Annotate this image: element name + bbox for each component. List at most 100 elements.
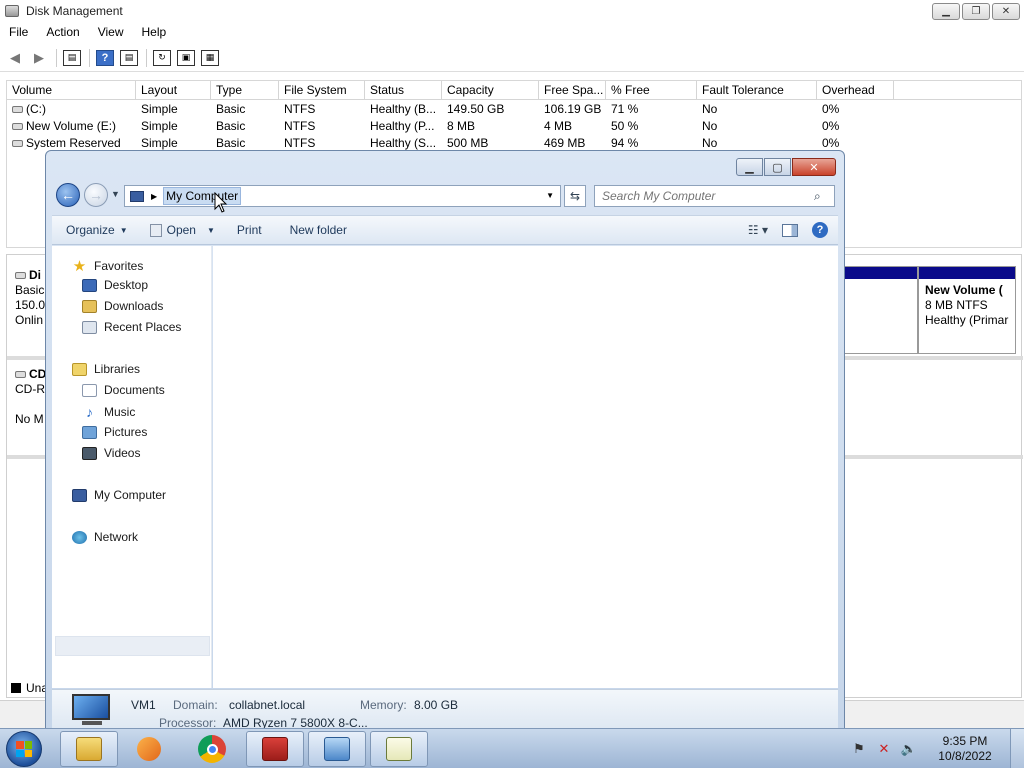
recent-pages-button[interactable]: ▼	[111, 189, 120, 199]
search-input[interactable]	[602, 189, 814, 203]
maximize-button[interactable]: ▢	[764, 158, 791, 176]
nav-favorites[interactable]: ★ Favorites	[72, 257, 144, 275]
chevron-right-icon[interactable]: ▶	[151, 192, 157, 201]
details-pane: VM1 Domain: collabnet.local Memory: 8.00…	[52, 689, 838, 731]
taskbar-toolbox[interactable]	[246, 731, 304, 767]
nav-recent-places[interactable]: Recent Places	[82, 320, 181, 334]
help-icon[interactable]: ?	[96, 49, 114, 66]
rescan-icon[interactable]: ▣	[177, 49, 195, 66]
disk-management-icon	[5, 5, 19, 17]
cell-volume: System Reserved	[7, 136, 136, 150]
cell-type: Basic	[216, 135, 246, 150]
new-folder-button[interactable]: New folder	[290, 223, 347, 237]
network-disconnected-icon[interactable]: ✕	[876, 741, 892, 757]
print-button[interactable]: Print	[237, 223, 262, 237]
nav-label: Videos	[104, 446, 141, 460]
clock[interactable]: 9:35 PM 10/8/2022	[926, 734, 1004, 764]
search-box[interactable]: ⌕	[594, 185, 835, 207]
address-bar[interactable]: ▶ My Computer ▼	[124, 185, 561, 207]
disk-0-type: Basic	[15, 283, 45, 297]
forward-button[interactable]: →	[84, 183, 108, 207]
cell-percent-free: 71 %	[611, 101, 639, 116]
nav-libraries[interactable]: Libraries	[72, 362, 140, 376]
nav-documents[interactable]: Documents	[82, 383, 165, 397]
partition-new-volume-e[interactable]: New Volume ( 8 MB NTFS Healthy (Primar	[918, 266, 1016, 354]
column-overhead[interactable]: Overhead	[817, 81, 894, 99]
chevron-down-icon[interactable]: ▼	[546, 191, 554, 200]
taskbar-notepad-chart[interactable]	[370, 731, 428, 767]
column-status[interactable]: Status	[365, 81, 442, 99]
menu-file[interactable]: File	[0, 25, 37, 39]
refresh-button[interactable]: ⇆	[564, 185, 586, 207]
preview-pane-icon[interactable]	[782, 223, 798, 237]
close-button[interactable]: ✕	[792, 158, 836, 176]
organize-button[interactable]: Organize ▼	[66, 223, 128, 237]
column-layout[interactable]: Layout	[136, 81, 211, 99]
minimize-button[interactable]: ▁	[932, 3, 960, 20]
open-button[interactable]: Open ▼	[149, 223, 215, 237]
back-button[interactable]: ←	[56, 183, 80, 207]
settings-icon[interactable]: ▦	[201, 49, 219, 66]
disk-0-label[interactable]: Di Basic 150.0 Onlin	[15, 268, 45, 328]
cdrom-label[interactable]: CD CD-R No M	[15, 367, 46, 427]
nav-music[interactable]: ♪ Music	[82, 404, 135, 420]
nav-downloads[interactable]: Downloads	[82, 299, 163, 313]
change-view-button[interactable]: ☷ ▾	[748, 223, 768, 237]
nav-label: Desktop	[104, 278, 149, 292]
nav-label: Libraries	[94, 362, 141, 376]
cell-free-space: 469 MB	[544, 135, 586, 150]
drive-icon	[12, 105, 23, 113]
menu-action[interactable]: Action	[37, 25, 88, 39]
taskbar-chrome[interactable]	[183, 731, 241, 767]
column-percent-free[interactable]: % Free	[606, 81, 697, 99]
back-arrow-icon[interactable]: ◀	[6, 50, 24, 66]
forward-arrow-icon[interactable]: ▶	[30, 50, 48, 66]
mouse-cursor-icon	[214, 192, 228, 213]
column-free-space[interactable]: Free Spa...	[539, 81, 606, 99]
media-player-icon	[137, 737, 161, 761]
cell-status: Healthy (P...	[370, 118, 435, 133]
restore-button[interactable]: ❐	[962, 3, 990, 20]
close-button[interactable]: ✕	[992, 3, 1020, 20]
nav-label: Downloads	[104, 299, 164, 313]
speaker-icon[interactable]: 🔈	[901, 741, 917, 757]
volume-name: (C:)	[26, 101, 46, 116]
partition-system-reserved[interactable]	[843, 266, 918, 354]
show-desktop-button[interactable]	[1010, 729, 1024, 768]
nav-my-computer[interactable]: My Computer	[72, 488, 166, 502]
taskbar-file-explorer[interactable]	[60, 731, 118, 767]
taskbar-control-panel[interactable]	[308, 731, 366, 767]
file-list-area[interactable]	[213, 246, 838, 688]
menu-view[interactable]: View	[89, 25, 133, 39]
properties-icon[interactable]: ▤	[120, 49, 138, 66]
search-icon[interactable]: ⌕	[814, 189, 830, 204]
column-fault-tolerance[interactable]: Fault Tolerance	[697, 81, 817, 99]
console-tree-icon[interactable]: ▤	[63, 49, 81, 66]
refresh-icon[interactable]: ↻	[153, 49, 171, 66]
nav-pictures[interactable]: Pictures	[82, 425, 147, 439]
table-row[interactable]: System Reserved Simple Basic NTFS Health…	[7, 134, 1021, 151]
column-capacity[interactable]: Capacity	[442, 81, 539, 99]
start-button[interactable]	[6, 731, 42, 767]
nav-network[interactable]: Network	[72, 530, 138, 544]
navigation-pane: ★ Favorites Desktop Downloads Recent Plac…	[52, 246, 212, 688]
nav-videos[interactable]: Videos	[82, 446, 140, 460]
column-volume[interactable]: Volume	[7, 81, 136, 99]
domain-label: Domain:	[173, 698, 218, 712]
partition-fs: 8 MB NTFS	[925, 298, 988, 312]
taskbar-media-player[interactable]	[120, 731, 178, 767]
memory-value: 8.00 GB	[414, 698, 459, 712]
table-row[interactable]: New Volume (E:) Simple Basic NTFS Health…	[7, 117, 1021, 134]
breadcrumb-my-computer[interactable]: My Computer	[163, 187, 242, 205]
cdrom-type: CD-R	[15, 382, 45, 396]
minimize-button[interactable]: ▁	[736, 158, 763, 176]
help-icon[interactable]: ?	[812, 222, 828, 238]
cell-layout: Simple	[141, 101, 178, 116]
column-type[interactable]: Type	[211, 81, 279, 99]
column-file-system[interactable]: File System	[279, 81, 365, 99]
clock-date: 10/8/2022	[938, 749, 992, 763]
table-row[interactable]: (C:) Simple Basic NTFS Healthy (B... 149…	[7, 100, 1021, 117]
nav-desktop[interactable]: Desktop	[82, 278, 148, 292]
menu-help[interactable]: Help	[133, 25, 176, 39]
action-center-flag-icon[interactable]: ⚑	[851, 741, 867, 757]
